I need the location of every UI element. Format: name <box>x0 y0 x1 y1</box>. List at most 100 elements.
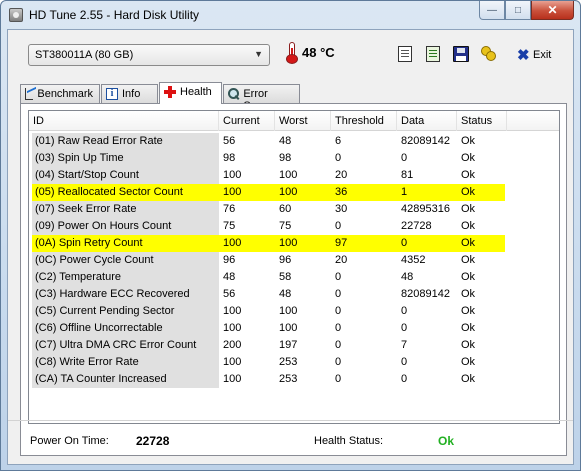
copy-text-button[interactable] <box>393 42 417 66</box>
maximize-icon: □ <box>514 4 522 16</box>
table-row[interactable]: (01) Raw Read Error Rate 56 48 6 82089142 Ok <box>29 133 559 150</box>
tab-error-scan[interactable]: Error Scan <box>223 84 300 112</box>
column-header-threshold[interactable]: Threshold <box>331 111 397 131</box>
cell-threshold: 0 <box>335 339 342 351</box>
cell-id: (C7) Ultra DMA CRC Error Count <box>35 339 197 351</box>
copy-screenshot-button[interactable] <box>421 42 445 66</box>
cell-id: (09) Power On Hours Count <box>35 220 172 232</box>
column-header-id[interactable]: ID <box>29 111 219 131</box>
table-row[interactable]: (C2) Temperature 48 58 0 48 Ok <box>29 269 559 286</box>
status-bar: Power On Time: 22728 Health Status: Ok <box>8 420 573 464</box>
cell-threshold: 0 <box>335 356 342 368</box>
thermometer-icon <box>286 42 298 64</box>
health-status-label: Health Status: <box>314 435 384 447</box>
cell-id: (07) Seek Error Rate <box>35 203 137 215</box>
drive-select-value: ST380011A (80 GB) <box>35 49 134 61</box>
cell-current: 98 <box>223 152 236 164</box>
cell-worst: 100 <box>279 322 298 334</box>
column-header-current[interactable]: Current <box>219 111 275 131</box>
title-bar[interactable]: HD Tune 2.55 - Hard Disk Utility — □ ✕ <box>1 1 580 29</box>
cell-id: (C5) Current Pending Sector <box>35 305 175 317</box>
table-row[interactable]: (04) Start/Stop Count 100 100 20 81 Ok <box>29 167 559 184</box>
smart-attributes-table[interactable]: ID Current Worst Threshold Data Status (… <box>28 110 560 424</box>
copy-screenshot-icon <box>426 46 440 62</box>
table-row[interactable]: (C5) Current Pending Sector 100 100 0 0 Ok <box>29 303 559 320</box>
cell-id: (C2) Temperature <box>35 271 121 283</box>
cell-threshold: 20 <box>335 254 348 266</box>
cell-current: 56 <box>223 288 236 300</box>
column-header-status[interactable]: Status <box>457 111 507 131</box>
exit-icon: ✖ <box>517 47 530 64</box>
cell-data: 0 <box>401 373 408 385</box>
column-header-data[interactable]: Data <box>397 111 457 131</box>
table-row[interactable]: (CA) TA Counter Increased 100 253 0 0 Ok <box>29 371 559 388</box>
close-icon: ✕ <box>547 3 558 17</box>
cell-status: Ok <box>461 339 476 351</box>
hard-disk-app-icon <box>9 8 23 22</box>
cell-worst: 48 <box>279 135 292 147</box>
error-scan-icon <box>228 88 240 100</box>
temperature-value: 48 °C <box>302 45 335 60</box>
table-row[interactable]: (C7) Ultra DMA CRC Error Count 200 197 0 7 Ok <box>29 337 559 354</box>
tab-info[interactable]: i Info <box>101 84 158 103</box>
cell-threshold: 0 <box>335 288 342 300</box>
health-panel: ID Current Worst Threshold Data Status (… <box>20 103 567 456</box>
cell-status: Ok <box>461 271 476 283</box>
cell-threshold: 0 <box>335 305 342 317</box>
table-row[interactable]: (07) Seek Error Rate 76 60 30 42895316 Ok <box>29 201 559 218</box>
table-row[interactable]: (C3) Hardware ECC Recovered 56 48 0 82089142… <box>29 286 559 303</box>
table-row[interactable]: (0A) Spin Retry Count 100 100 97 0 Ok <box>29 235 559 252</box>
table-row[interactable]: (09) Power On Hours Count 75 75 0 22728 Ok <box>29 218 559 235</box>
cell-worst: 96 <box>279 254 292 266</box>
cell-current: 100 <box>223 356 242 368</box>
cell-worst: 100 <box>279 169 298 181</box>
close-button[interactable]: ✕ <box>531 1 574 20</box>
save-button[interactable] <box>449 42 473 66</box>
options-icon <box>481 46 497 62</box>
tab-health-label: Health <box>180 86 212 98</box>
tab-benchmark[interactable]: Benchmark <box>20 84 100 103</box>
cell-current: 56 <box>223 135 236 147</box>
tab-health[interactable]: Health <box>159 82 222 104</box>
cell-data: 7 <box>401 339 408 351</box>
cell-current: 100 <box>223 322 242 334</box>
cell-threshold: 20 <box>335 169 348 181</box>
table-row[interactable]: (03) Spin Up Time 98 98 0 0 Ok <box>29 150 559 167</box>
client-area: ST380011A (80 GB) ▼ 48 °C ✖ Exit Benchma… <box>7 29 574 465</box>
cell-status: Ok <box>461 254 476 266</box>
cell-current: 100 <box>223 237 242 249</box>
cell-id: (05) Reallocated Sector Count <box>35 186 183 198</box>
options-button[interactable] <box>477 42 501 66</box>
minimize-button[interactable]: — <box>479 1 505 20</box>
cell-id: (C8) Write Error Rate <box>35 356 139 368</box>
cell-data: 1 <box>401 186 408 198</box>
cell-threshold: 0 <box>335 152 342 164</box>
cell-status: Ok <box>461 220 476 232</box>
drive-select[interactable]: ST380011A (80 GB) ▼ <box>28 44 270 66</box>
column-header-worst[interactable]: Worst <box>275 111 331 131</box>
power-on-time-value: 22728 <box>136 434 170 448</box>
cell-status: Ok <box>461 237 476 249</box>
cell-threshold: 6 <box>335 135 342 147</box>
table-row[interactable]: (05) Reallocated Sector Count 100 100 36 1 Ok <box>29 184 559 201</box>
cell-worst: 100 <box>279 186 298 198</box>
copy-text-icon <box>394 43 412 62</box>
cell-status: Ok <box>461 356 476 368</box>
table-row[interactable]: (C6) Offline Uncorrectable 100 100 0 0 Ok <box>29 320 559 337</box>
maximize-button[interactable]: □ <box>505 1 531 20</box>
cell-status: Ok <box>461 135 476 147</box>
info-icon: i <box>106 88 118 100</box>
cell-data: 4352 <box>401 254 426 266</box>
cell-data: 82089142 <box>401 135 450 147</box>
window-title: HD Tune 2.55 - Hard Disk Utility <box>29 8 200 22</box>
cell-id: (03) Spin Up Time <box>35 152 124 164</box>
cell-id: (01) Raw Read Error Rate <box>35 135 163 147</box>
cell-worst: 98 <box>279 152 292 164</box>
table-row[interactable]: (0C) Power Cycle Count 96 96 20 4352 Ok <box>29 252 559 269</box>
table-row[interactable]: (C8) Write Error Rate 100 253 0 0 Ok <box>29 354 559 371</box>
cell-data: 22728 <box>401 220 432 232</box>
cell-status: Ok <box>461 305 476 317</box>
cell-threshold: 0 <box>335 373 342 385</box>
cell-id: (CA) TA Counter Increased <box>35 373 167 385</box>
cell-data: 0 <box>401 356 408 368</box>
